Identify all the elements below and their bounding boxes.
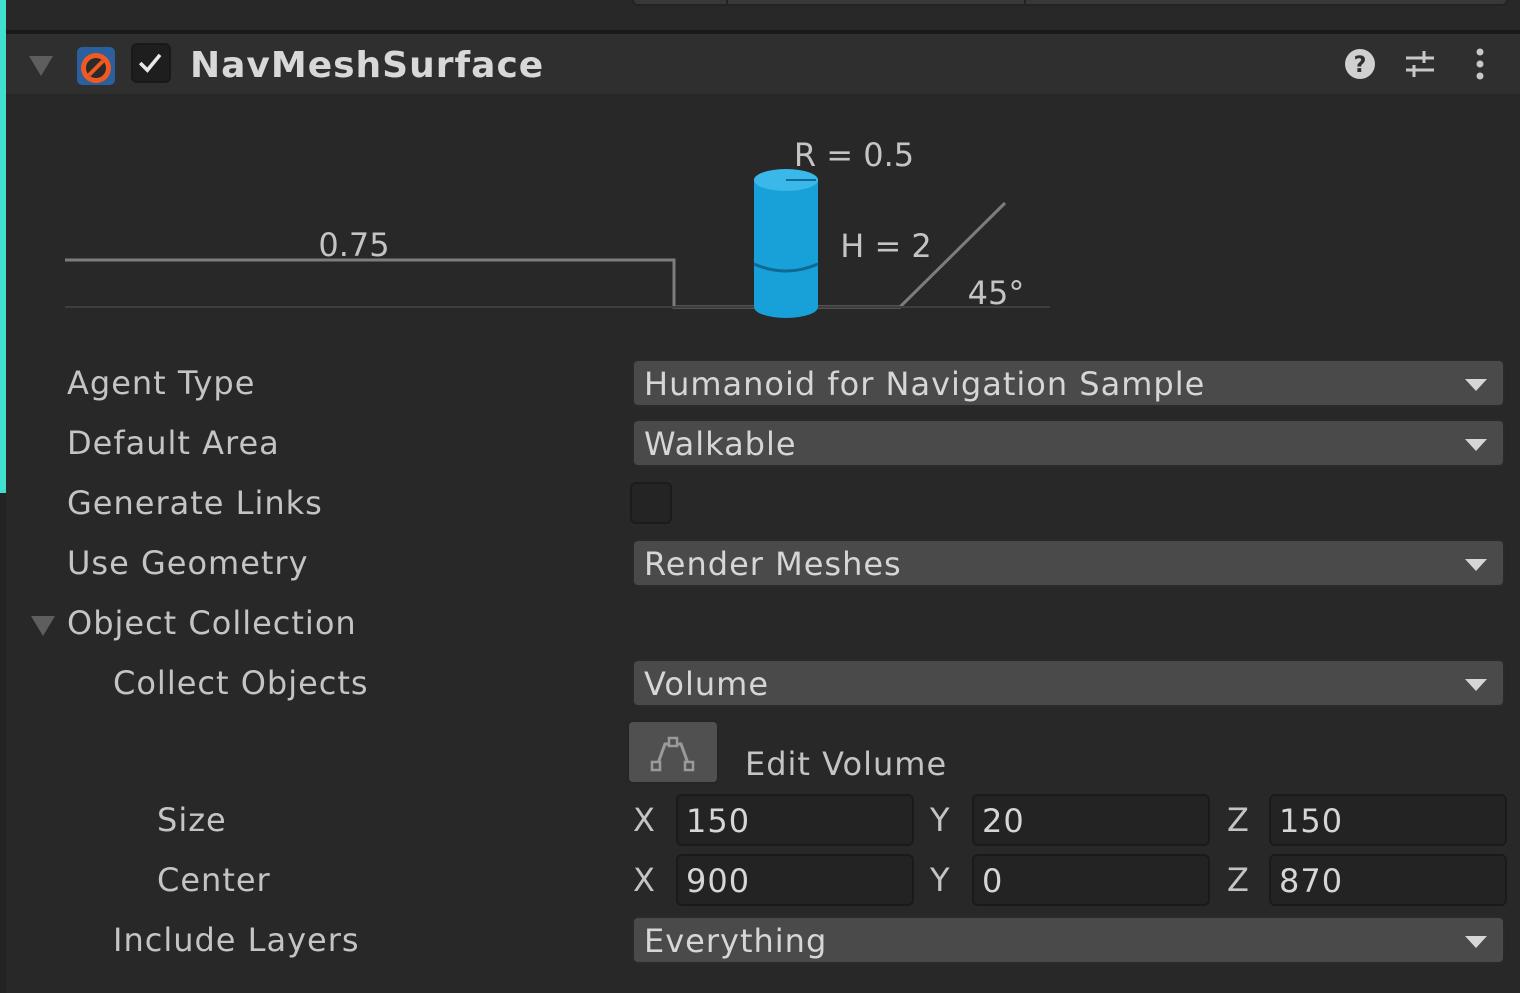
default-area-value: Walkable (644, 425, 797, 463)
window-edge (0, 493, 6, 993)
size-x-value: 150 (686, 802, 751, 840)
edit-volume-button[interactable] (627, 720, 719, 784)
svg-text:?: ? (1354, 53, 1367, 78)
checkmark-icon (138, 53, 162, 73)
height-label: H = 2 (840, 227, 932, 265)
center-x-label: X (633, 861, 655, 899)
include-layers-value: Everything (644, 922, 828, 960)
center-label: Center (157, 861, 271, 899)
center-z-field[interactable]: 870 (1269, 854, 1507, 906)
center-y-label: Y (930, 861, 950, 899)
collect-objects-label: Collect Objects (113, 664, 369, 702)
kebab-menu-icon[interactable] (1462, 46, 1498, 82)
size-z-field[interactable]: 150 (1269, 794, 1507, 846)
edit-bounds-icon (650, 736, 695, 772)
agent-cylinder (754, 180, 818, 307)
size-y-label: Y (930, 801, 950, 839)
chevron-down-icon (1465, 679, 1487, 691)
collect-objects-value: Volume (644, 665, 770, 703)
center-x-field[interactable]: 900 (676, 854, 914, 906)
center-x-value: 900 (686, 862, 751, 900)
agent-type-label: Agent Type (67, 364, 256, 402)
preset-sliders-icon[interactable] (1402, 46, 1438, 82)
agent-type-value: Humanoid for Navigation Sample (644, 365, 1206, 403)
use-geometry-dropdown[interactable]: Render Meshes (632, 539, 1505, 587)
generate-links-checkbox[interactable] (630, 482, 672, 524)
default-area-dropdown[interactable]: Walkable (632, 419, 1505, 467)
component-foldout-arrow-icon[interactable] (29, 56, 53, 76)
center-y-value: 0 (982, 862, 1004, 900)
include-layers-dropdown[interactable]: Everything (632, 916, 1505, 964)
use-geometry-value: Render Meshes (644, 545, 902, 583)
size-z-label: Z (1227, 801, 1249, 839)
include-layers-label: Include Layers (113, 921, 360, 959)
size-y-value: 20 (982, 802, 1025, 840)
collect-objects-dropdown[interactable]: Volume (632, 659, 1505, 707)
center-z-label: Z (1227, 861, 1249, 899)
step-height-label: 0.75 (318, 226, 389, 264)
chevron-down-icon (1465, 439, 1487, 451)
center-z-value: 870 (1279, 862, 1344, 900)
object-collection-foldout-arrow-icon[interactable] (31, 616, 55, 636)
chevron-down-icon (1465, 379, 1487, 391)
slope-label: 45° (968, 274, 1025, 312)
previous-component-field (632, 0, 1508, 6)
size-x-label: X (633, 801, 655, 839)
navmesh-surface-icon (77, 47, 115, 85)
size-z-value: 150 (1279, 802, 1344, 840)
component-enabled-checkbox[interactable] (131, 43, 171, 83)
object-collection-foldout[interactable]: Object Collection (67, 603, 357, 643)
edit-volume-label: Edit Volume (745, 745, 948, 783)
size-y-field[interactable]: 20 (972, 794, 1210, 846)
center-y-field[interactable]: 0 (972, 854, 1210, 906)
agent-settings-diagram: R = 0.5 H = 2 0.75 45° (65, 136, 1050, 318)
chevron-down-icon (1465, 936, 1487, 948)
size-x-field[interactable]: 150 (676, 794, 914, 846)
size-label: Size (157, 801, 227, 839)
chevron-down-icon (1465, 559, 1487, 571)
generate-links-label: Generate Links (67, 484, 323, 522)
component-title: NavMeshSurface (190, 45, 545, 86)
agent-type-dropdown[interactable]: Humanoid for Navigation Sample (632, 359, 1505, 407)
default-area-label: Default Area (67, 424, 280, 462)
help-icon[interactable]: ? (1342, 46, 1378, 82)
radius-label: R = 0.5 (794, 136, 914, 174)
use-geometry-label: Use Geometry (67, 544, 309, 582)
